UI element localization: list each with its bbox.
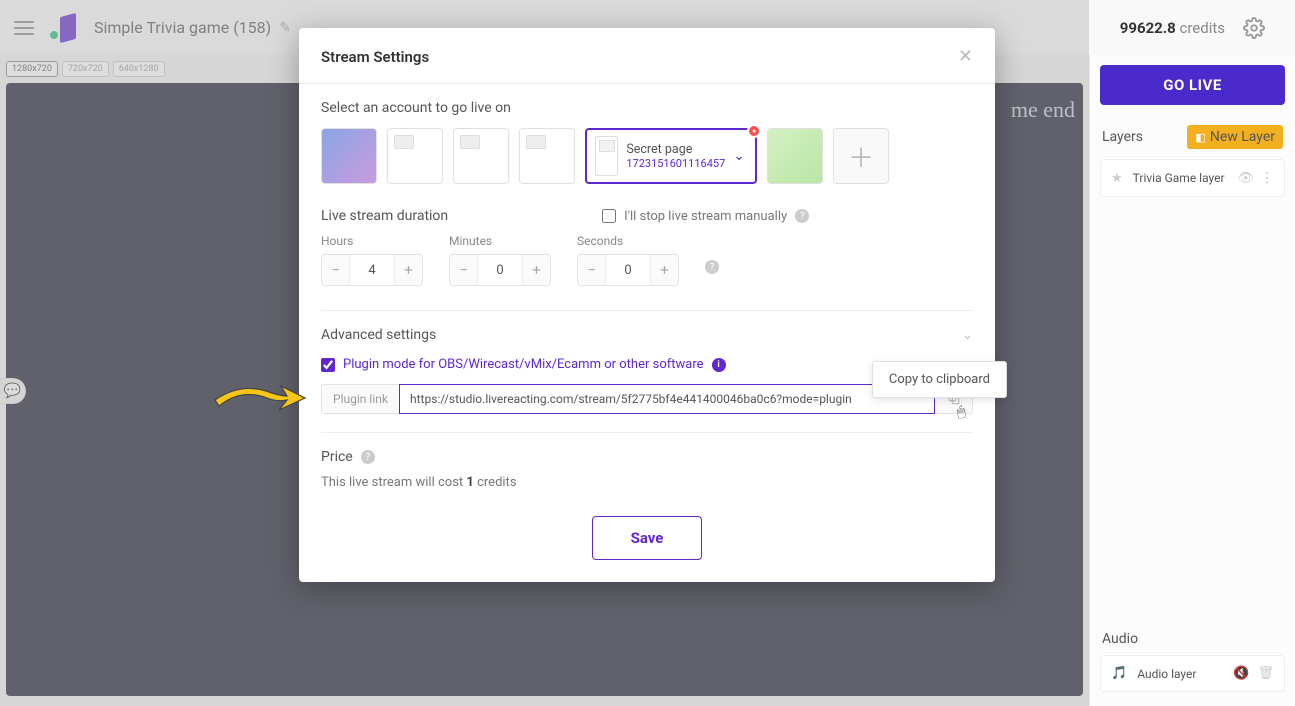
manual-stop-input[interactable] [602,209,616,223]
account-thumb [595,136,618,176]
hours-input[interactable] [350,255,394,285]
chevron-down-icon[interactable]: ⌄ [962,328,973,343]
copy-tooltip: Copy to clipboard [872,361,1007,398]
price-text-post: credits [474,475,517,490]
duration-label: Live stream duration [321,208,448,224]
hours-decrement[interactable]: − [322,255,350,285]
layer-name: Trivia Game layer [1133,171,1225,185]
price-text: This live stream will cost 1 credits [321,475,973,490]
plugin-mode-label: Plugin mode for OBS/Wirecast/vMix/Ecamm … [343,357,704,372]
seconds-stepper: − + [577,254,679,286]
select-account-label: Select an account to go live on [321,100,973,116]
live-badge-icon: ● [747,124,761,138]
account-option[interactable] [453,128,509,184]
minutes-label: Minutes [449,234,551,248]
divider [321,310,973,311]
modal-title: Stream Settings [321,48,429,66]
credits-display: 99622.8 credits [1120,19,1225,37]
hours-stepper: − + [321,254,423,286]
plugin-mode-input[interactable] [321,358,335,372]
minutes-input[interactable] [478,255,522,285]
new-layer-button[interactable]: ◧ New Layer [1187,125,1283,149]
audio-layer-name: Audio layer [1137,667,1196,681]
seconds-input[interactable] [606,255,650,285]
manual-stop-label: I'll stop live stream manually [624,209,787,224]
more-icon[interactable]: ⋮ [1260,170,1274,186]
price-text-pre: This live stream will cost [321,475,466,490]
hours-label: Hours [321,234,423,248]
account-name: Secret page [626,142,725,157]
mute-icon[interactable]: 🔇 [1233,666,1249,681]
minutes-decrement[interactable]: − [450,255,478,285]
layers-title: Layers [1102,129,1143,145]
star-icon: ★ [1111,171,1123,186]
help-icon[interactable]: ? [795,209,809,223]
price-label: Price [321,449,353,465]
close-icon[interactable]: ✕ [958,46,973,67]
hours-increment[interactable]: + [394,255,422,285]
price-credits: 1 [466,475,473,490]
help-icon[interactable]: ? [361,450,375,464]
divider [321,432,973,433]
account-id: 1723151601116457 [626,157,725,170]
account-option[interactable] [519,128,575,184]
save-button[interactable]: Save [592,516,703,560]
account-option-selected[interactable]: ● Secret page 1723151601116457 ⌄ [585,128,757,184]
account-option[interactable] [767,128,823,184]
audio-item[interactable]: 🎵 Audio layer 🔇 🗑 [1100,655,1285,692]
seconds-label: Seconds [577,234,679,248]
account-option[interactable] [387,128,443,184]
plugin-link-label: Plugin link [321,384,399,414]
visibility-icon[interactable]: 👁 [1237,171,1254,186]
audio-title: Audio [1090,621,1295,655]
plugin-link-input[interactable] [399,384,935,414]
advanced-settings-label: Advanced settings [321,327,436,343]
help-icon[interactable]: ? [705,260,719,274]
add-account-button[interactable]: ＋ [833,128,889,184]
credits-value: 99622.8 [1120,19,1176,37]
mic-icon: 🎵 [1111,666,1127,681]
chevron-down-icon[interactable]: ⌄ [733,148,745,164]
minutes-increment[interactable]: + [522,255,550,285]
info-icon[interactable]: i [712,358,726,372]
seconds-increment[interactable]: + [650,255,678,285]
manual-stop-checkbox[interactable]: I'll stop live stream manually ? [602,209,809,224]
credits-label: credits [1179,19,1225,37]
layer-item[interactable]: ★ Trivia Game layer 👁 ⋮ [1100,159,1285,197]
new-layer-label: New Layer [1210,129,1275,145]
account-option[interactable] [321,128,377,184]
delete-icon[interactable]: 🗑 [1257,666,1274,681]
minutes-stepper: − + [449,254,551,286]
stream-settings-modal: Stream Settings ✕ Select an account to g… [299,28,995,582]
settings-icon[interactable] [1243,17,1265,39]
seconds-decrement[interactable]: − [578,255,606,285]
go-live-button[interactable]: GO LIVE [1100,65,1285,105]
